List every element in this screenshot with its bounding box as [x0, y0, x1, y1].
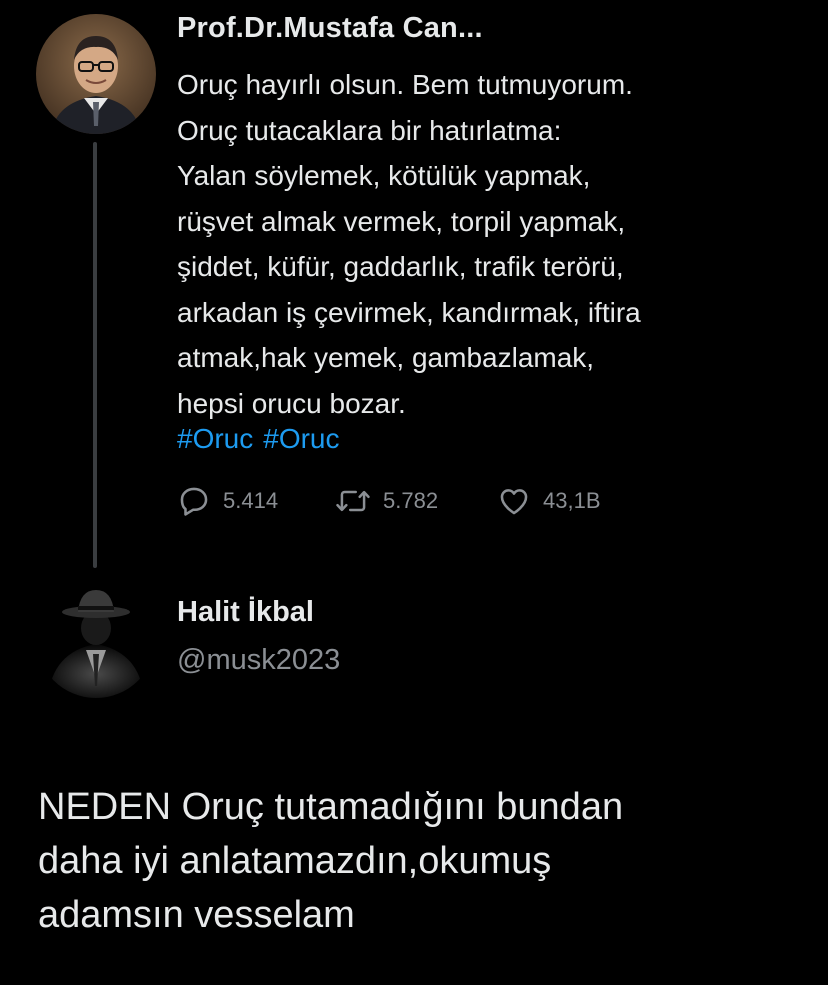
tweet-author-name[interactable]: Prof.Dr.Mustafa Can...	[177, 12, 483, 45]
reply-icon	[177, 484, 211, 518]
reply-author-avatar[interactable]	[36, 578, 156, 698]
reply-count: 5.414	[223, 488, 279, 513]
retweet-button[interactable]: 5.782	[335, 483, 438, 519]
caption-line: NEDEN Oruç tutamadığını bundan	[38, 786, 624, 828]
tweet-text-line: rüşvet almak vermek, torpil yapmak,	[177, 205, 626, 237]
thread-connector-line	[93, 142, 97, 568]
tweet-text-line: Oruç tutacaklara bir hatırlatma:	[177, 114, 562, 146]
hashtag-link[interactable]: #Oruc	[263, 423, 339, 454]
retweet-count: 5.782	[383, 488, 439, 513]
tweet-text-line: Oruç hayırlı olsun. Bem tutmuyorum.	[177, 69, 633, 100]
tweet-text-line: atmak,hak yemek, gambazlamak,	[177, 342, 595, 373]
caption-text: NEDEN Oruç tutamadığını bundan daha iyi …	[38, 780, 623, 942]
tweet-text-line: hepsi orucu bozar.	[177, 387, 406, 419]
retweet-icon	[335, 484, 371, 518]
heart-icon	[497, 484, 531, 518]
author-avatar[interactable]	[36, 14, 156, 134]
tweet-text: Oruç hayırlı olsun. Bem tutmuyorum. Oruç…	[177, 62, 641, 426]
tweet-text-line: arkadan iş çevirmek, kandırmak, iftira	[177, 296, 641, 328]
tweet-hashtags: #Oruc #Oruc	[177, 423, 350, 455]
hashtag-link[interactable]: #Oruc	[177, 423, 253, 454]
caption-line: adamsın vesselam	[38, 894, 355, 936]
like-count: 43,1B	[543, 488, 601, 513]
reply-author-name[interactable]: Halit İkbal	[177, 596, 314, 629]
reply-button[interactable]: 5.414	[177, 483, 278, 519]
caption-line: daha iyi anlatamazdın,okumuş	[38, 840, 552, 882]
reply-author-handle[interactable]: @musk2023	[177, 644, 340, 677]
like-button[interactable]: 43,1B	[497, 483, 601, 519]
tweet-text-line: şiddet, küfür, gaddarlık, trafik terörü,	[177, 251, 624, 282]
tweet-text-line: Yalan söylemek, kötülük yapmak,	[177, 160, 591, 191]
